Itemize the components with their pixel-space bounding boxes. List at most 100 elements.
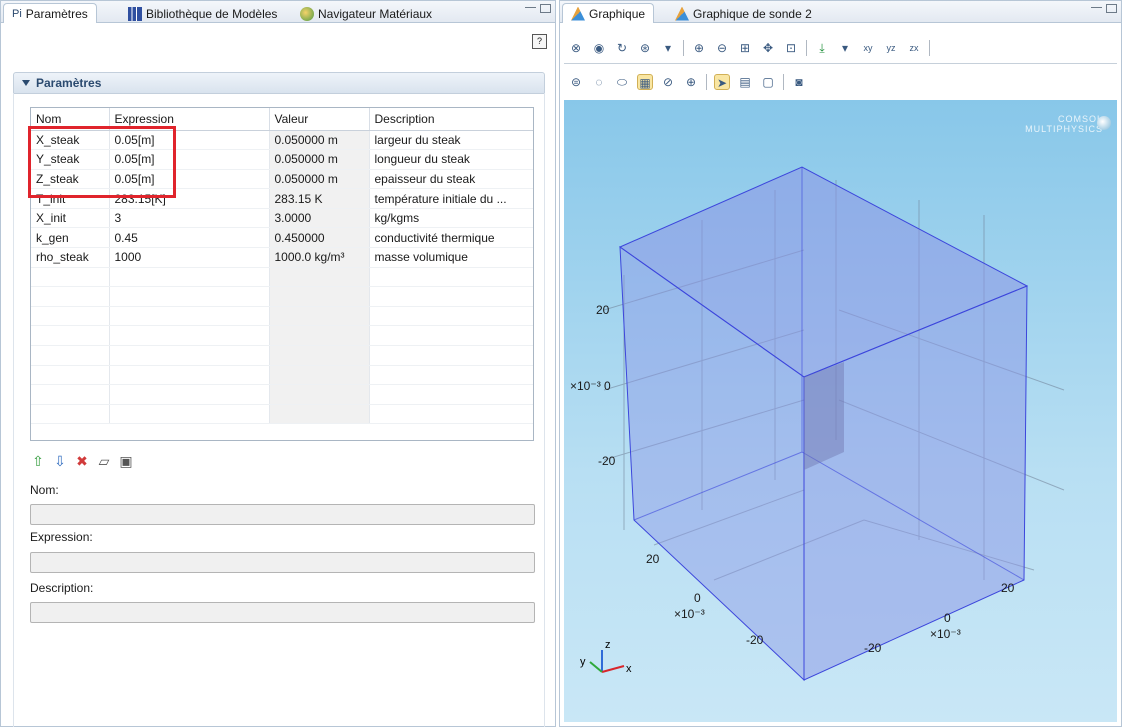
empty-table-row[interactable] [31, 267, 533, 288]
show-icon[interactable]: ◉ [591, 40, 607, 56]
y-tick-label: 0 [694, 591, 701, 605]
tab-parametres[interactable]: Pi Paramètres [3, 3, 97, 23]
param-expression-cell[interactable] [109, 325, 270, 347]
move-up-icon[interactable]: ⇧ [31, 454, 45, 468]
select-domains-icon[interactable]: ⊕ [683, 74, 699, 90]
zoom-selected-icon[interactable]: ✥ [760, 40, 776, 56]
param-description-cell[interactable] [369, 404, 533, 425]
empty-table-row[interactable] [31, 365, 533, 386]
tab-material-browser[interactable]: Navigateur Matériaux [291, 3, 441, 23]
hide-icon[interactable]: ⊗ [568, 40, 584, 56]
param-description-cell[interactable]: epaisseur du steak [369, 169, 533, 190]
param-name-cell[interactable] [31, 325, 110, 347]
param-name-cell[interactable] [31, 345, 110, 366]
param-expression-cell[interactable] [109, 404, 270, 425]
dropdown-arrow-icon[interactable]: ▾ [660, 40, 676, 56]
param-description-cell[interactable] [369, 286, 533, 307]
param-expression-cell[interactable] [109, 384, 270, 405]
param-expression-cell[interactable]: 3 [109, 208, 270, 229]
save-to-file-icon[interactable]: ▣ [119, 454, 133, 468]
empty-table-row[interactable] [31, 286, 533, 307]
screenshot-camera-icon[interactable]: ◙ [791, 74, 807, 90]
pointer-select-icon[interactable]: ➤ [714, 74, 730, 90]
empty-table-row[interactable] [31, 404, 533, 425]
name-label: Nom: [30, 483, 59, 497]
param-expression-cell[interactable] [109, 286, 270, 307]
dropdown-arrow-icon[interactable]: ▾ [837, 40, 853, 56]
param-name-cell[interactable] [31, 267, 110, 288]
empty-table-row[interactable] [31, 306, 533, 327]
minimize-icon[interactable] [525, 7, 536, 10]
view-zx-icon[interactable]: zx [906, 40, 922, 56]
wireframe-icon[interactable]: ⬭ [614, 74, 630, 90]
maximize-icon[interactable] [1106, 4, 1117, 13]
param-description-cell[interactable] [369, 306, 533, 327]
empty-table-row[interactable] [31, 345, 533, 366]
table-row[interactable]: X_init 3 3.0000 kg/kgms [31, 208, 533, 229]
param-name-cell[interactable]: X_init [31, 208, 110, 229]
param-expression-cell[interactable] [109, 345, 270, 366]
reset-hiding-icon[interactable]: ↻ [614, 40, 630, 56]
zoom-box-icon[interactable]: ⊞ [737, 40, 753, 56]
column-header-value[interactable]: Valeur [269, 108, 370, 131]
move-down-icon[interactable]: ⇩ [53, 454, 67, 468]
empty-table-row[interactable] [31, 325, 533, 347]
param-description-cell[interactable] [369, 267, 533, 288]
scene-light-icon[interactable]: ⊜ [568, 74, 584, 90]
param-description-cell[interactable] [369, 384, 533, 405]
param-expression-cell[interactable]: 1000 [109, 247, 270, 268]
maximize-icon[interactable] [540, 4, 551, 13]
param-description-cell[interactable]: kg/kgms [369, 208, 533, 229]
param-name-cell[interactable] [31, 286, 110, 307]
graphics-viewport[interactable]: COMSOL MULTIPHYSICS 20 ×10⁻³ 0 -20 20 0 … [564, 100, 1117, 722]
param-expression-cell[interactable] [109, 365, 270, 386]
param-description-cell[interactable] [369, 345, 533, 366]
param-description-cell[interactable] [369, 325, 533, 347]
select-objects-icon[interactable]: ⊛ [637, 40, 653, 56]
help-icon[interactable]: ? [532, 34, 547, 49]
param-name-cell[interactable] [31, 365, 110, 386]
delete-row-icon[interactable]: ✖ [75, 454, 89, 468]
description-field[interactable] [30, 602, 535, 623]
param-description-cell[interactable]: longueur du steak [369, 149, 533, 170]
zoom-extents-icon[interactable]: ⊡ [783, 40, 799, 56]
render-icon[interactable]: ▦ [637, 74, 653, 90]
zoom-in-icon[interactable]: ⊕ [691, 40, 707, 56]
param-name-cell[interactable] [31, 384, 110, 405]
load-from-file-icon[interactable]: ▱ [97, 454, 111, 468]
zoom-out-icon[interactable]: ⊖ [714, 40, 730, 56]
param-description-cell[interactable]: température initiale du ... [369, 188, 533, 209]
select-boundaries-icon[interactable]: ⊘ [660, 74, 676, 90]
name-field[interactable] [30, 504, 535, 525]
default-view-icon[interactable]: ⤓ [814, 40, 830, 56]
minimize-icon[interactable] [1091, 7, 1102, 10]
empty-table-row[interactable] [31, 384, 533, 405]
tab-probe-plot[interactable]: Graphique de sonde 2 [666, 3, 821, 23]
param-value-cell: 0.450000 [269, 227, 370, 249]
param-expression-cell[interactable]: 0.45 [109, 227, 270, 249]
collapse-triangle-icon[interactable] [22, 80, 30, 86]
param-name-cell[interactable] [31, 306, 110, 327]
tab-model-library[interactable]: Bibliothèque de Modèles [119, 3, 286, 23]
expression-field[interactable] [30, 552, 535, 573]
table-row[interactable]: k_gen 0.45 0.450000 conductivité thermique [31, 227, 533, 249]
show-axis-icon[interactable]: ▢ [760, 74, 776, 90]
tab-graphique[interactable]: Graphique [562, 3, 655, 23]
graphics-tab-icon [571, 6, 585, 21]
param-description-cell[interactable]: conductivité thermique [369, 227, 533, 249]
parameters-section-header[interactable]: Paramètres [13, 72, 545, 94]
view-yz-icon[interactable]: yz [883, 40, 899, 56]
column-header-description[interactable]: Description [369, 108, 533, 131]
param-description-cell[interactable]: masse volumique [369, 247, 533, 268]
param-expression-cell[interactable] [109, 306, 270, 327]
transparency-icon[interactable]: ◌ [591, 74, 607, 90]
view-xy-icon[interactable]: xy [860, 40, 876, 56]
param-description-cell[interactable]: largeur du steak [369, 130, 533, 151]
show-grid-icon[interactable]: ▤ [737, 74, 753, 90]
param-description-cell[interactable] [369, 365, 533, 386]
param-name-cell[interactable]: k_gen [31, 227, 110, 249]
param-name-cell[interactable]: rho_steak [31, 247, 110, 268]
param-name-cell[interactable] [31, 404, 110, 425]
param-expression-cell[interactable] [109, 267, 270, 288]
table-row[interactable]: rho_steak 1000 1000.0 kg/m³ masse volumique [31, 247, 533, 268]
